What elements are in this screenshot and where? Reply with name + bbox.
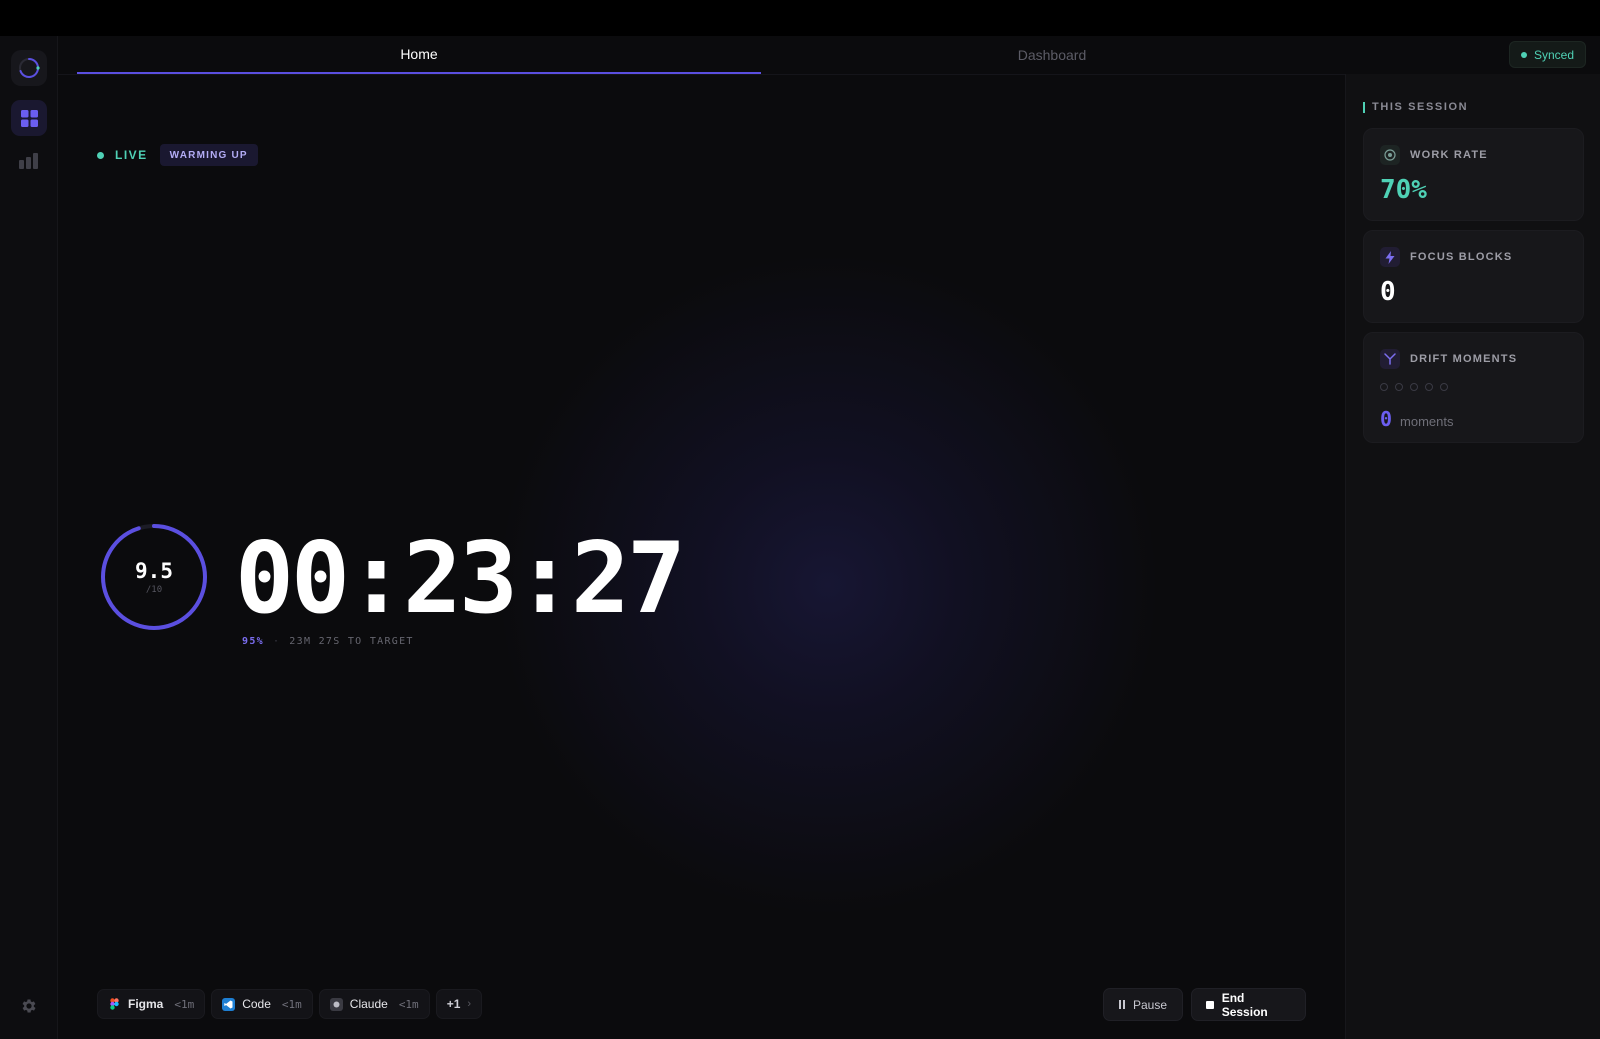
tab-dashboard[interactable]: Dashboard xyxy=(761,36,1343,74)
logo-ring-icon xyxy=(19,58,40,78)
bar-chart-icon xyxy=(19,153,38,169)
end-session-label: End Session xyxy=(1221,990,1268,1019)
claude-icon xyxy=(329,997,343,1011)
drift-icon xyxy=(1380,349,1400,369)
app-name: Claude xyxy=(349,997,388,1011)
more-apps-button[interactable]: +1 › xyxy=(435,989,483,1019)
drift-dot xyxy=(1425,383,1433,391)
drift-moments-count: 0 moments xyxy=(1380,407,1454,431)
drift-moments-title: DRIFT MOMENTS xyxy=(1410,353,1518,365)
figma-icon xyxy=(108,998,121,1011)
settings-button[interactable] xyxy=(19,996,39,1016)
warming-up-badge: WARMING UP xyxy=(159,144,258,166)
sidebar xyxy=(0,36,58,1039)
drift-dot xyxy=(1395,383,1403,391)
app-time: <1m xyxy=(281,997,302,1011)
tab-home[interactable]: Home xyxy=(77,36,761,74)
session-controls: Pause End Session xyxy=(1103,988,1306,1021)
sync-status-badge: Synced xyxy=(1509,41,1586,68)
time-to-target: 23M 27S TO TARGET xyxy=(289,636,414,647)
chevron-right-icon: › xyxy=(467,998,472,1010)
gear-icon xyxy=(22,999,36,1013)
session-timer: 00:23:27 xyxy=(235,522,686,636)
focus-score-max: /10 xyxy=(145,585,163,595)
pause-label: Pause xyxy=(1132,997,1168,1012)
panel-heading-label: THIS SESSION xyxy=(1372,101,1469,113)
focus-blocks-value: 0 xyxy=(1380,277,1396,307)
sidebar-item-dashboard[interactable] xyxy=(11,143,47,179)
app-logo[interactable] xyxy=(11,50,47,86)
app-chip-figma[interactable]: Figma <1m xyxy=(97,989,206,1019)
sync-status-label: Synced xyxy=(1533,47,1575,62)
app-time: <1m xyxy=(174,997,195,1011)
app-chip-claude[interactable]: Claude <1m xyxy=(318,989,430,1019)
drift-moments-card: DRIFT MOMENTS 0 moments xyxy=(1363,332,1584,443)
app-time: <1m xyxy=(398,997,419,1011)
window-titlebar xyxy=(0,0,1600,36)
app-window: Home Dashboard Synced LIVE WARMING UP 9.… xyxy=(0,36,1600,1039)
focus-blocks-card: FOCUS BLOCKS 0 xyxy=(1363,230,1584,323)
vscode-icon xyxy=(222,997,236,1011)
drift-dot xyxy=(1410,383,1418,391)
panel-heading: THIS SESSION xyxy=(1363,101,1468,113)
pause-button[interactable]: Pause xyxy=(1103,988,1183,1021)
app-name: Code xyxy=(242,997,271,1011)
drift-dot xyxy=(1440,383,1448,391)
drift-count-value: 0 xyxy=(1380,407,1393,431)
focus-score-value: 9.5 xyxy=(135,559,173,583)
session-status: LIVE WARMING UP xyxy=(97,144,258,166)
live-label: LIVE xyxy=(115,148,148,162)
lightning-icon xyxy=(1380,247,1400,267)
app-chip-code[interactable]: Code <1m xyxy=(211,989,313,1019)
active-apps: Figma <1m Code <1m Claude <1m +1 › xyxy=(97,989,483,1019)
heading-accent-bar xyxy=(1363,101,1365,113)
focus-blocks-title: FOCUS BLOCKS xyxy=(1410,251,1513,263)
sync-dot-icon xyxy=(1520,51,1527,58)
session-panel: THIS SESSION WORK RATE 70% FOCUS BLOCKS … xyxy=(1345,74,1600,1039)
drift-dots xyxy=(1380,383,1448,391)
progress-separator: · xyxy=(272,636,281,647)
more-apps-count: +1 xyxy=(446,997,461,1011)
target-progress: 95% · 23M 27S TO TARGET xyxy=(242,636,414,647)
work-rate-value: 70% xyxy=(1380,175,1427,205)
sidebar-item-home[interactable] xyxy=(11,100,47,136)
tab-bar: Home Dashboard xyxy=(77,36,1343,74)
drift-count-unit: moments xyxy=(1400,414,1454,429)
main-content: LIVE WARMING UP 9.5 /10 00:23:27 95% · 2… xyxy=(58,75,1345,1039)
app-name: Figma xyxy=(128,997,164,1011)
pause-icon xyxy=(1118,1000,1125,1009)
work-rate-title: WORK RATE xyxy=(1410,149,1488,161)
live-dot-icon xyxy=(97,151,104,159)
target-percent: 95% xyxy=(242,636,264,647)
stop-icon xyxy=(1206,1000,1214,1009)
end-session-button[interactable]: End Session xyxy=(1191,988,1306,1021)
drift-dot xyxy=(1380,383,1388,391)
target-icon xyxy=(1380,145,1400,165)
work-rate-card: WORK RATE 70% xyxy=(1363,128,1584,221)
grid-icon xyxy=(20,109,38,127)
